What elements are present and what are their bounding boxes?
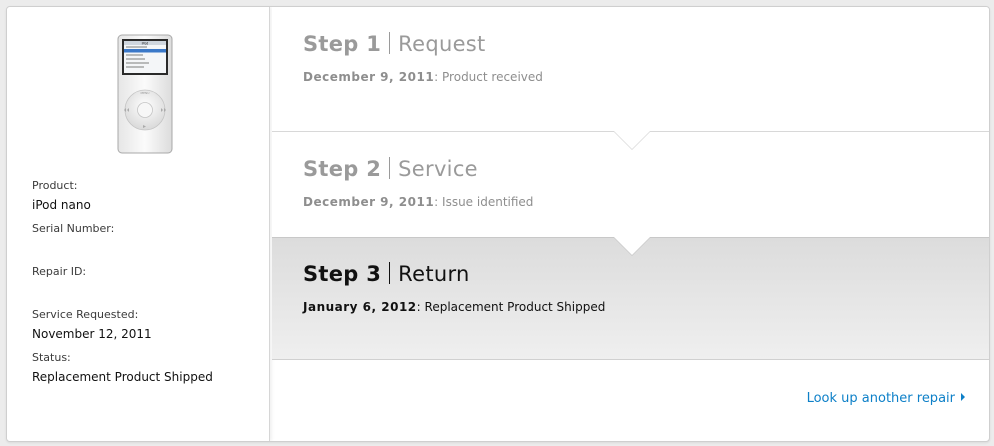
step-detail: : Replacement Product Shipped — [416, 300, 606, 314]
service-requested-value: November 12, 2011 — [32, 327, 152, 341]
step-request: Step 1 Request December 9, 2011: Product … — [272, 7, 989, 131]
service-requested-row: Service Requested: November 12, 2011 — [32, 308, 262, 351]
repair-id-label: Repair ID: — [32, 265, 87, 278]
product-value: iPod nano — [32, 198, 91, 212]
step-divider — [389, 32, 391, 54]
status-row: Status: Replacement Product Shipped — [32, 351, 262, 394]
step-pointer-fill — [613, 130, 651, 149]
service-requested-label: Service Requested: — [32, 308, 139, 321]
status-label: Status: — [32, 351, 71, 364]
chevron-right-icon — [961, 393, 965, 401]
step-date: December 9, 2011 — [303, 195, 435, 209]
step-date: December 9, 2011 — [303, 70, 435, 84]
step-status-line: December 9, 2011: Product received — [303, 70, 543, 84]
product-details: Product: iPod nano Serial Number: Repair… — [32, 179, 262, 394]
repair-status-card: iPod MENU Product: iPod nano Serial Numb… — [6, 6, 990, 442]
step-number: Step 3 — [303, 262, 382, 286]
step-detail: : Issue identified — [434, 195, 534, 209]
step-return: Step 3 Return January 6, 2012: Replacemen… — [272, 236, 989, 360]
step-detail: : Product received — [434, 70, 543, 84]
step-name: Service — [398, 157, 478, 181]
step-title: Step 1 Request — [303, 32, 486, 56]
svg-text:MENU: MENU — [141, 91, 150, 95]
svg-text:iPod: iPod — [142, 42, 149, 46]
step-pointer-fill — [613, 236, 651, 255]
step-service: Step 2 Service December 9, 2011: Issue id… — [272, 130, 989, 238]
step-number: Step 1 — [303, 32, 382, 56]
product-info-panel: iPod MENU Product: iPod nano Serial Numb… — [7, 7, 270, 441]
step-divider — [389, 157, 391, 179]
step-name: Request — [398, 32, 486, 56]
lookup-link-label: Look up another repair — [806, 391, 955, 406]
repair-steps: Step 1 Request December 9, 2011: Product … — [272, 7, 989, 441]
serial-number-row: Serial Number: — [32, 222, 262, 265]
serial-number-label: Serial Number: — [32, 222, 115, 235]
step-status-line: January 6, 2012: Replacement Product Shi… — [303, 300, 605, 314]
step-date: January 6, 2012 — [303, 300, 417, 314]
status-value: Replacement Product Shipped — [32, 370, 213, 384]
product-label: Product: — [32, 179, 78, 192]
step-number: Step 2 — [303, 157, 382, 181]
step-title: Step 2 Service — [303, 157, 478, 181]
product-row: Product: iPod nano — [32, 179, 262, 222]
step-name: Return — [398, 262, 470, 286]
step-divider — [389, 262, 391, 284]
lookup-another-repair-link[interactable]: Look up another repair — [807, 391, 965, 406]
repair-id-row: Repair ID: — [32, 265, 262, 308]
step-title: Step 3 Return — [303, 262, 470, 286]
step-status-line: December 9, 2011: Issue identified — [303, 195, 533, 209]
ipod-nano-icon: iPod MENU — [117, 34, 173, 158]
